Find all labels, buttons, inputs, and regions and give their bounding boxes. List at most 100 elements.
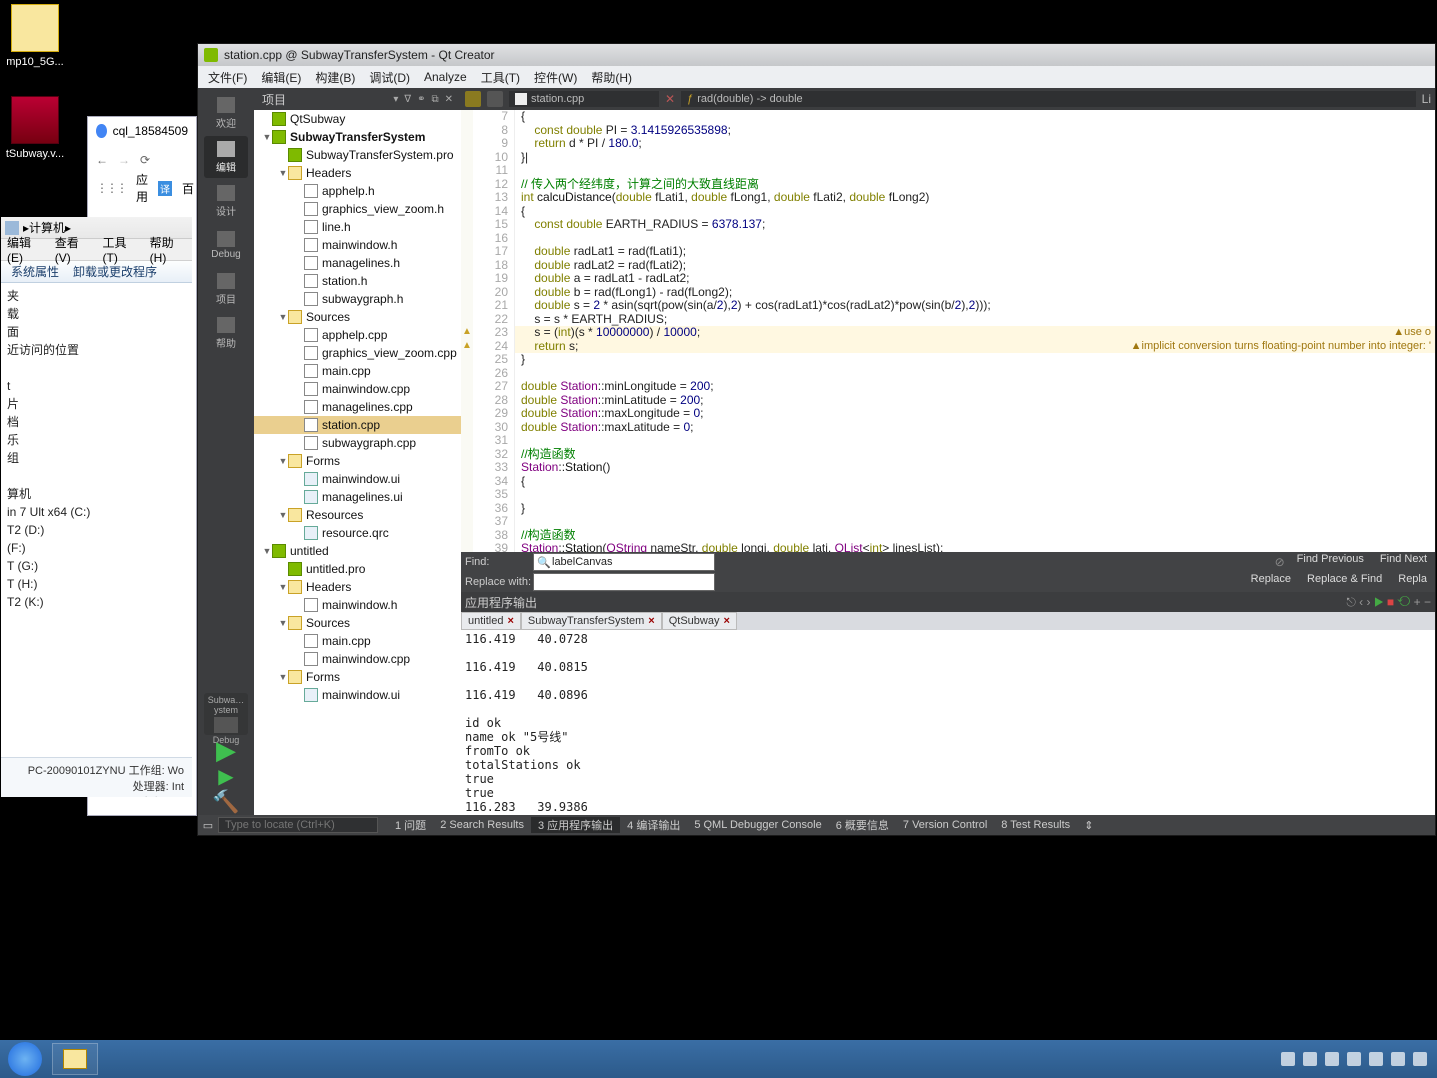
kit-selector[interactable]: Subwa…ystemDebug — [204, 693, 248, 735]
explorer-item[interactable]: 载 — [1, 305, 192, 323]
add-icon[interactable]: + — [1414, 595, 1421, 609]
menu-build[interactable]: 构建(B) — [315, 69, 355, 86]
tree-row[interactable]: ▼SubwayTransferSystem — [254, 128, 461, 146]
replace-all-button[interactable]: Repla — [1390, 573, 1435, 591]
tree-row[interactable]: mainwindow.cpp — [254, 380, 461, 398]
tree-row[interactable]: ▼Forms — [254, 452, 461, 470]
tree-row[interactable]: mainwindow.h — [254, 596, 461, 614]
explorer-item[interactable] — [1, 467, 192, 485]
menu-edit[interactable]: 编辑(E) — [261, 69, 301, 86]
filter-funnel-icon[interactable]: ∇ — [404, 94, 411, 105]
system-tray[interactable] — [1281, 1052, 1437, 1066]
tree-row[interactable]: managelines.cpp — [254, 398, 461, 416]
next-icon[interactable]: › — [1367, 595, 1371, 609]
tree-row[interactable]: ▼Sources — [254, 308, 461, 326]
tree-row[interactable]: subwaygraph.h — [254, 290, 461, 308]
explorer-item[interactable]: in 7 Ult x64 (C:) — [1, 503, 192, 521]
tree-row[interactable]: SubwayTransferSystem.pro — [254, 146, 461, 164]
symbol-crumb[interactable]: ƒ rad(double) -> double — [681, 91, 1416, 107]
link-icon[interactable]: ⚭ — [417, 94, 425, 105]
mode-design[interactable]: 设计 — [204, 180, 248, 222]
output-tab[interactable]: untitled× — [461, 612, 521, 630]
start-button[interactable] — [0, 1042, 50, 1076]
build-button[interactable]: 🔨 — [212, 789, 239, 815]
explorer-item[interactable]: 夹 — [1, 287, 192, 305]
explorer-item[interactable]: 近访问的位置 — [1, 341, 192, 359]
forward-button[interactable]: → — [118, 153, 130, 167]
menu-widget[interactable]: 控件(W) — [534, 69, 577, 86]
explorer-item[interactable]: 算机 — [1, 485, 192, 503]
explorer-item[interactable]: T2 (K:) — [1, 593, 192, 611]
tree-row[interactable]: ▼Headers — [254, 164, 461, 182]
view-tests[interactable]: 8 Test Results — [994, 819, 1077, 831]
tree-row[interactable]: mainwindow.h — [254, 236, 461, 254]
tree-row[interactable]: subwaygraph.cpp — [254, 434, 461, 452]
explorer-item[interactable]: T (H:) — [1, 575, 192, 593]
browser-tab[interactable]: cql_18584509 — [88, 117, 196, 145]
taskbar-item[interactable] — [52, 1043, 98, 1075]
mode-project[interactable]: 项目 — [204, 268, 248, 310]
tray-icon[interactable] — [1325, 1052, 1339, 1066]
menu-help[interactable]: 帮助(H) — [591, 69, 632, 86]
output-tab[interactable]: SubwayTransferSystem× — [521, 612, 662, 630]
tree-row[interactable]: managelines.h — [254, 254, 461, 272]
tree-row[interactable]: main.cpp — [254, 362, 461, 380]
explorer-item[interactable]: t — [1, 377, 192, 395]
menu-debug[interactable]: 调试(D) — [369, 69, 410, 86]
expand-icon[interactable]: ⇕ — [1077, 819, 1100, 832]
view-search[interactable]: 2 Search Results — [433, 819, 531, 831]
tray-icon[interactable] — [1369, 1052, 1383, 1066]
tray-icon[interactable] — [1347, 1052, 1361, 1066]
tree-row[interactable]: graphics_view_zoom.cpp — [254, 344, 461, 362]
view-vcs[interactable]: 7 Version Control — [896, 819, 994, 831]
run-button[interactable]: ▶ — [216, 735, 236, 765]
close-panel-icon[interactable]: ✕ — [445, 94, 453, 105]
menu-tools[interactable]: 工具(T) — [481, 69, 520, 86]
tray-icon[interactable] — [1303, 1052, 1317, 1066]
reload-button[interactable]: ⟳ — [140, 153, 150, 167]
output-tab[interactable]: QtSubway× — [662, 612, 737, 630]
tree-row[interactable]: resource.qrc — [254, 524, 461, 542]
run-icon[interactable]: ▶ — [1374, 595, 1384, 609]
tray-icon[interactable] — [1281, 1052, 1295, 1066]
tree-row[interactable]: managelines.ui — [254, 488, 461, 506]
view-issues[interactable]: 1 问题 — [388, 817, 433, 833]
code-editor[interactable]: ▲▲ 7891011121314151617181920212223242526… — [461, 110, 1435, 552]
view-summary[interactable]: 6 概要信息 — [829, 817, 896, 833]
tree-row[interactable]: ▼Resources — [254, 506, 461, 524]
replace-find-button[interactable]: Replace & Find — [1299, 573, 1390, 591]
stop-icon[interactable]: ■ — [1387, 595, 1394, 609]
project-tree[interactable]: QtSubway▼SubwayTransferSystemSubwayTrans… — [254, 110, 461, 815]
tree-row[interactable]: ▼untitled — [254, 542, 461, 560]
output-text[interactable]: 116.419 40.0728 116.419 40.0815 116.419 … — [461, 630, 1435, 815]
explorer-item[interactable]: 乐 — [1, 431, 192, 449]
remove-icon[interactable]: − — [1424, 595, 1431, 609]
replace-input[interactable] — [533, 573, 715, 591]
explorer-item[interactable]: 片 — [1, 395, 192, 413]
locator-input[interactable] — [218, 817, 378, 833]
close-file-icon[interactable]: ✕ — [665, 92, 675, 106]
split-icon[interactable]: ⧉ — [431, 94, 438, 105]
nav-fwd-button[interactable] — [487, 91, 503, 107]
mode-debug[interactable]: Debug — [204, 224, 248, 266]
view-qml[interactable]: 5 QML Debugger Console — [687, 819, 828, 831]
window-titlebar[interactable]: station.cpp @ SubwayTransferSystem - Qt … — [198, 44, 1435, 66]
tree-row[interactable]: mainwindow.ui — [254, 470, 461, 488]
tree-row[interactable]: QtSubway — [254, 110, 461, 128]
tree-row[interactable]: mainwindow.cpp — [254, 650, 461, 668]
view-appoutput[interactable]: 3 应用程序输出 — [531, 817, 620, 833]
desktop-archive[interactable]: tSubway.v... — [0, 96, 70, 160]
find-prev-button[interactable]: Find Previous — [1289, 553, 1372, 571]
find-input[interactable] — [533, 553, 715, 571]
back-button[interactable]: ← — [96, 153, 108, 167]
tree-row[interactable]: station.cpp — [254, 416, 461, 434]
explorer-item[interactable]: 组 — [1, 449, 192, 467]
close-icon[interactable]: × — [507, 615, 513, 627]
debug-run-button[interactable]: ▶ — [218, 765, 233, 789]
menu-file[interactable]: 文件(F) — [208, 69, 247, 86]
explorer-item[interactable] — [1, 359, 192, 377]
apps-icon[interactable]: ⋮⋮⋮ — [96, 181, 126, 195]
tray-icon[interactable] — [1413, 1052, 1427, 1066]
tree-row[interactable]: station.h — [254, 272, 461, 290]
filter-icon[interactable]: ▾ — [393, 94, 398, 105]
